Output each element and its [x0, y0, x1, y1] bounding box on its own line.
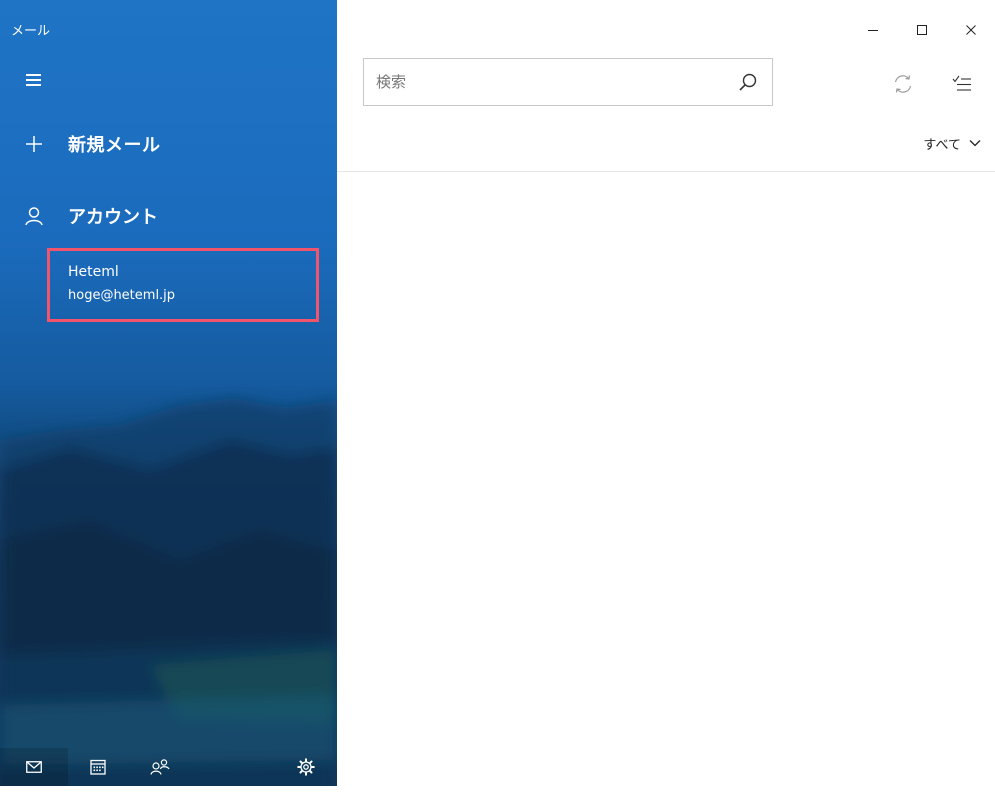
new-mail-button[interactable]: 新規メール	[20, 125, 320, 163]
maximize-button[interactable]	[897, 14, 946, 46]
accounts-label: アカウント	[68, 207, 158, 228]
gear-icon	[297, 758, 315, 776]
checklist-icon	[952, 75, 971, 91]
message-list-pane: すべて	[337, 0, 995, 801]
account-name: Heteml	[68, 264, 119, 280]
mail-icon	[26, 761, 42, 773]
hamburger-icon-line	[26, 84, 41, 86]
nav-people-button[interactable]	[142, 748, 178, 786]
hamburger-icon-line	[26, 79, 41, 81]
people-icon	[150, 759, 170, 775]
hamburger-icon	[26, 74, 41, 76]
new-mail-label: 新規メール	[68, 135, 161, 156]
select-mode-button[interactable]	[946, 68, 978, 100]
filter-dropdown[interactable]: すべて	[923, 131, 981, 155]
sidebar: メール 新規メール アカウント Heteml hoge@heteml.jp	[0, 0, 337, 801]
app-title: メール	[11, 24, 51, 39]
search-icon	[739, 73, 757, 91]
search-box	[363, 58, 773, 106]
close-icon	[965, 25, 976, 35]
chevron-down-icon	[969, 140, 981, 147]
filter-label: すべて	[923, 137, 961, 153]
search-button[interactable]	[734, 68, 762, 96]
nav-calendar-button[interactable]	[80, 748, 116, 786]
accounts-header[interactable]: アカウント	[20, 197, 320, 235]
nav-mail-button[interactable]	[0, 748, 68, 786]
account-email: hoge@heteml.jp	[68, 288, 176, 303]
maximize-icon	[916, 25, 927, 35]
sync-icon	[894, 75, 912, 93]
close-button[interactable]	[946, 14, 995, 46]
background-mountains	[0, 398, 337, 801]
message-list	[337, 172, 995, 801]
minimize-icon	[867, 30, 878, 31]
minimize-button[interactable]	[848, 14, 897, 46]
bottom-nav-bar	[0, 748, 337, 786]
hamburger-menu-button[interactable]	[18, 66, 50, 94]
sync-button[interactable]	[887, 68, 919, 100]
person-icon	[20, 202, 48, 230]
mail-app-window: メール 新規メール アカウント Heteml hoge@heteml.jp 検索…	[0, 0, 995, 801]
account-item-heteml[interactable]: Heteml hoge@heteml.jp	[47, 248, 319, 322]
nav-settings-button[interactable]	[288, 748, 324, 786]
window-controls	[848, 14, 995, 46]
search-input[interactable]	[376, 71, 706, 93]
plus-icon	[20, 130, 48, 158]
calendar-icon	[90, 759, 106, 775]
sidebar-bottom-edge	[0, 786, 337, 801]
